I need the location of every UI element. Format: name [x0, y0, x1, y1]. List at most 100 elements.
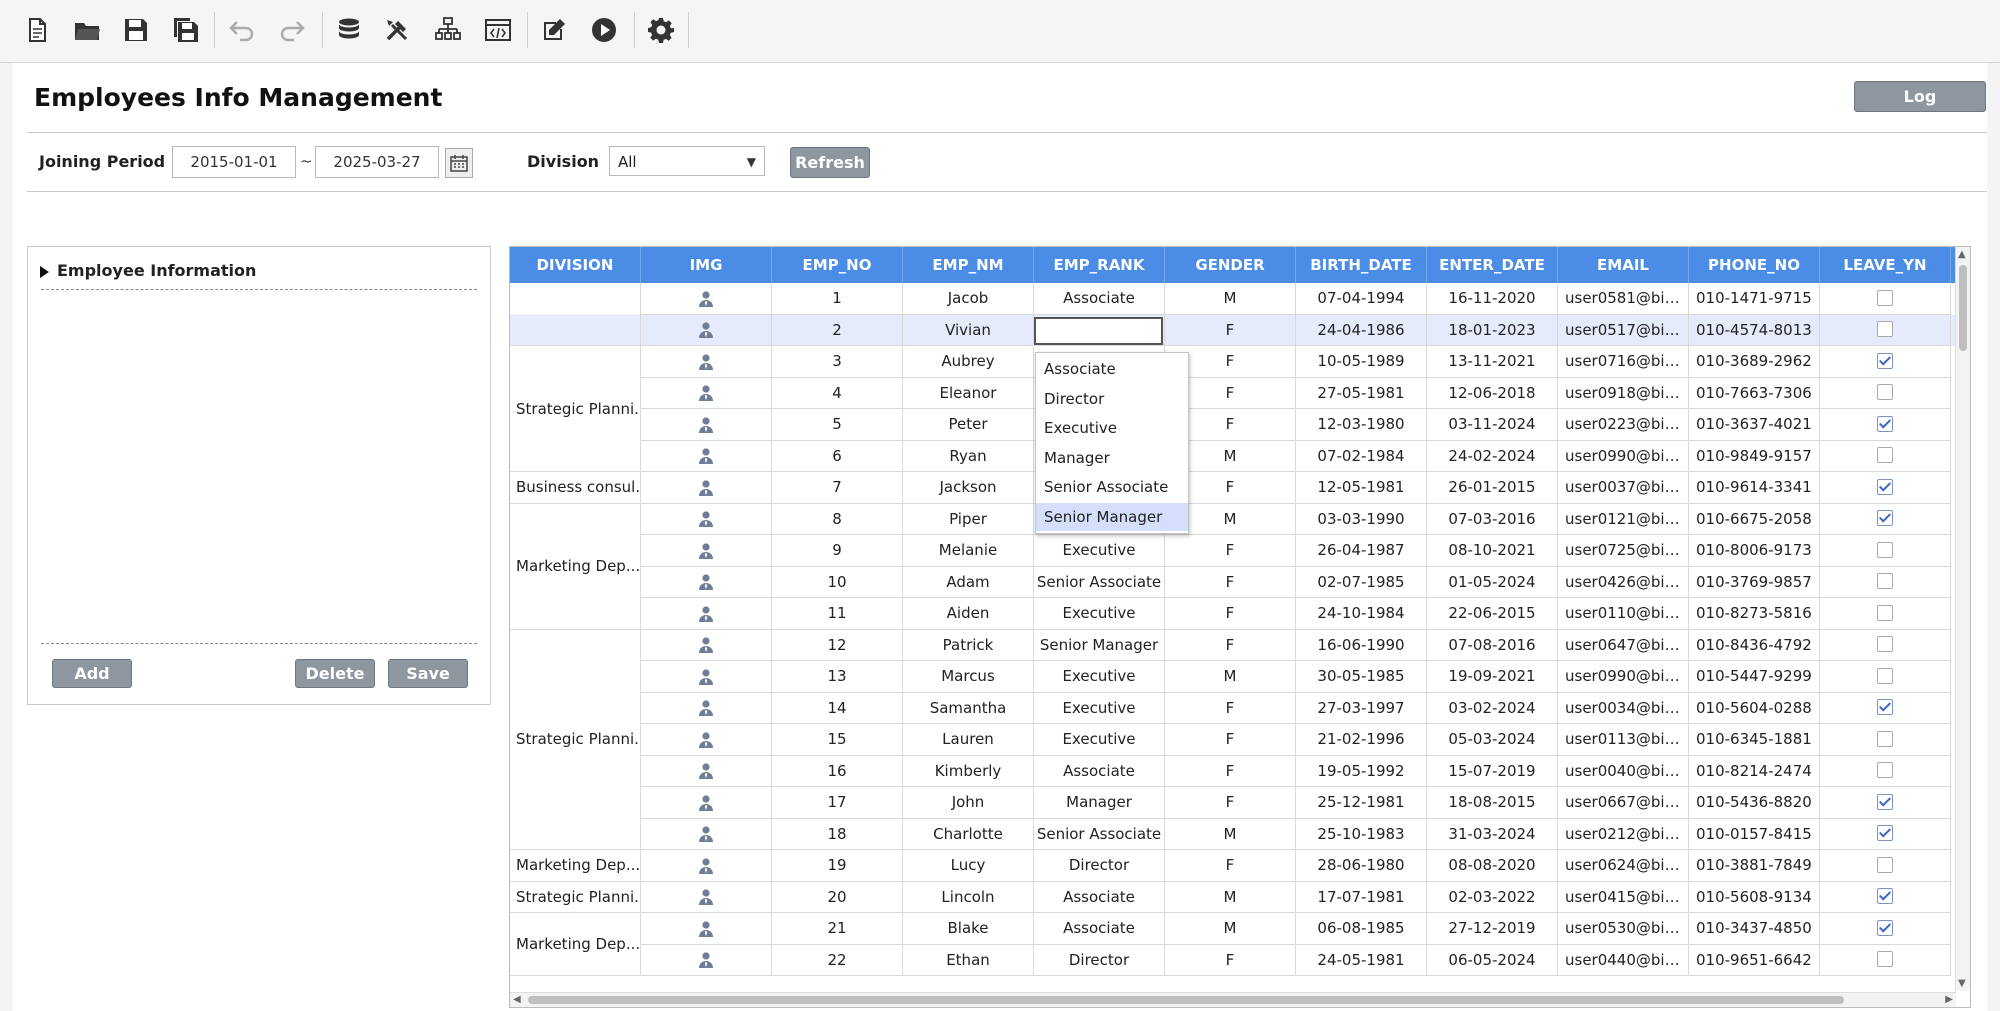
- phone-no-cell[interactable]: 010-9651-6642: [1689, 944, 1820, 976]
- birth-date-cell[interactable]: 07-04-1994: [1296, 283, 1427, 315]
- leave-checkbox[interactable]: [1877, 636, 1893, 652]
- emp-no-cell[interactable]: 1: [772, 283, 903, 315]
- enter-date-cell[interactable]: 19-09-2021: [1427, 661, 1558, 693]
- emp-nm-cell[interactable]: Samantha: [903, 692, 1034, 724]
- open-folder-icon[interactable]: [68, 11, 106, 49]
- enter-date-cell[interactable]: 15-07-2019: [1427, 755, 1558, 787]
- emp-no-cell[interactable]: 17: [772, 787, 903, 819]
- birth-date-cell[interactable]: 02-07-1985: [1296, 566, 1427, 598]
- leave-checkbox[interactable]: [1877, 321, 1893, 337]
- emp-no-cell[interactable]: 16: [772, 755, 903, 787]
- enter-date-cell[interactable]: 16-11-2020: [1427, 283, 1558, 315]
- horizontal-scrollbar[interactable]: ◀ ▶: [510, 992, 1956, 1007]
- emp-rank-cell[interactable]: Senior Associate: [1034, 566, 1165, 598]
- new-file-icon[interactable]: [18, 11, 56, 49]
- leave-checkbox[interactable]: [1877, 730, 1893, 747]
- enter-date-cell[interactable]: 26-01-2015: [1427, 472, 1558, 504]
- email-cell[interactable]: user0918@bim...: [1558, 377, 1689, 409]
- gender-cell[interactable]: F: [1165, 787, 1296, 819]
- enter-date-cell[interactable]: 24-02-2024: [1427, 440, 1558, 472]
- leave-yn-cell[interactable]: [1820, 850, 1951, 882]
- gender-cell[interactable]: F: [1165, 535, 1296, 567]
- emp-nm-cell[interactable]: Adam: [903, 566, 1034, 598]
- leave-yn-cell[interactable]: [1820, 724, 1951, 756]
- division-select[interactable]: All ▼: [609, 146, 765, 176]
- leave-checkbox[interactable]: [1877, 573, 1893, 589]
- emp-no-cell[interactable]: 8: [772, 503, 903, 535]
- phone-no-cell[interactable]: 010-3637-4021: [1689, 409, 1820, 441]
- division-cell[interactable]: Strategic Planni...: [510, 346, 641, 472]
- emp-rank-cell[interactable]: Director: [1034, 944, 1165, 976]
- birth-date-cell[interactable]: 24-04-1986: [1296, 314, 1427, 346]
- division-cell[interactable]: Strategic Planni...: [510, 881, 641, 913]
- emp-no-cell[interactable]: 10: [772, 566, 903, 598]
- email-cell[interactable]: user0040@bim...: [1558, 755, 1689, 787]
- leave-yn-cell[interactable]: [1820, 440, 1951, 472]
- birth-date-cell[interactable]: 24-10-1984: [1296, 598, 1427, 630]
- birth-date-cell[interactable]: 10-05-1989: [1296, 346, 1427, 378]
- emp-rank-cell[interactable]: Executive: [1034, 535, 1165, 567]
- email-cell[interactable]: user0121@bim...: [1558, 503, 1689, 535]
- phone-no-cell[interactable]: 010-0157-8415: [1689, 818, 1820, 850]
- email-cell[interactable]: user0426@bim...: [1558, 566, 1689, 598]
- gender-cell[interactable]: F: [1165, 944, 1296, 976]
- emp-rank-cell[interactable]: Director: [1034, 850, 1165, 882]
- enter-date-cell[interactable]: 08-08-2020: [1427, 850, 1558, 882]
- emp-nm-cell[interactable]: Aiden: [903, 598, 1034, 630]
- rank-option[interactable]: Executive: [1036, 414, 1188, 442]
- rank-cell-editor[interactable]: [1034, 316, 1163, 345]
- undo-icon[interactable]: [223, 11, 261, 49]
- leave-checkbox[interactable]: [1877, 762, 1893, 778]
- leave-yn-cell[interactable]: [1820, 346, 1951, 378]
- division-cell[interactable]: Marketing Dep...: [510, 503, 641, 630]
- save-button[interactable]: Save: [388, 659, 468, 688]
- emp-nm-cell[interactable]: Blake: [903, 913, 1034, 945]
- column-header-gender[interactable]: GENDER: [1165, 247, 1296, 283]
- emp-rank-cell[interactable]: Executive: [1034, 598, 1165, 630]
- birth-date-cell[interactable]: 27-03-1997: [1296, 692, 1427, 724]
- email-cell[interactable]: user0647@bim...: [1558, 629, 1689, 661]
- hierarchy-icon[interactable]: [429, 11, 467, 49]
- enter-date-cell[interactable]: 22-06-2015: [1427, 598, 1558, 630]
- column-header-img[interactable]: IMG: [641, 247, 772, 283]
- emp-rank-cell[interactable]: Associate: [1034, 755, 1165, 787]
- birth-date-cell[interactable]: 16-06-1990: [1296, 629, 1427, 661]
- phone-no-cell[interactable]: 010-6345-1881: [1689, 724, 1820, 756]
- column-header-email[interactable]: EMAIL: [1558, 247, 1689, 283]
- emp-nm-cell[interactable]: Patrick: [903, 629, 1034, 661]
- emp-nm-cell[interactable]: Lucy: [903, 850, 1034, 882]
- emp-nm-cell[interactable]: Jacob: [903, 283, 1034, 315]
- rank-option[interactable]: Director: [1036, 385, 1188, 413]
- date-from-input[interactable]: 2015-01-01: [172, 146, 296, 178]
- enter-date-cell[interactable]: 13-11-2021: [1427, 346, 1558, 378]
- email-cell[interactable]: user0716@bim...: [1558, 346, 1689, 378]
- emp-no-cell[interactable]: 14: [772, 692, 903, 724]
- leave-checkbox[interactable]: [1877, 352, 1893, 369]
- refresh-button[interactable]: Refresh: [790, 147, 870, 178]
- column-header-enter-date[interactable]: ENTER_DATE: [1427, 247, 1558, 283]
- vertical-scrollbar[interactable]: ▲ ▼: [1955, 247, 1970, 991]
- birth-date-cell[interactable]: 26-04-1987: [1296, 535, 1427, 567]
- emp-nm-cell[interactable]: Lauren: [903, 724, 1034, 756]
- leave-checkbox[interactable]: [1877, 447, 1893, 463]
- column-header-emp-rank[interactable]: EMP_RANK: [1034, 247, 1165, 283]
- leave-checkbox[interactable]: [1877, 510, 1893, 526]
- database-icon[interactable]: [330, 11, 368, 49]
- leave-checkbox[interactable]: [1877, 541, 1893, 558]
- enter-date-cell[interactable]: 06-05-2024: [1427, 944, 1558, 976]
- enter-date-cell[interactable]: 01-05-2024: [1427, 566, 1558, 598]
- birth-date-cell[interactable]: 19-05-1992: [1296, 755, 1427, 787]
- leave-checkbox[interactable]: [1877, 951, 1893, 967]
- birth-date-cell[interactable]: 25-12-1981: [1296, 787, 1427, 819]
- division-cell[interactable]: Strategic Planni...: [510, 629, 641, 850]
- calendar-button[interactable]: [445, 148, 473, 178]
- emp-no-cell[interactable]: 9: [772, 535, 903, 567]
- leave-yn-cell[interactable]: [1820, 314, 1951, 346]
- phone-no-cell[interactable]: 010-8436-4792: [1689, 629, 1820, 661]
- rank-option[interactable]: Senior Manager: [1036, 503, 1188, 531]
- birth-date-cell[interactable]: 30-05-1985: [1296, 661, 1427, 693]
- emp-rank-cell[interactable]: Executive: [1034, 661, 1165, 693]
- leave-checkbox[interactable]: [1877, 919, 1893, 936]
- email-cell[interactable]: user0517@bim...: [1558, 314, 1689, 346]
- column-header-birth-date[interactable]: BIRTH_DATE: [1296, 247, 1427, 283]
